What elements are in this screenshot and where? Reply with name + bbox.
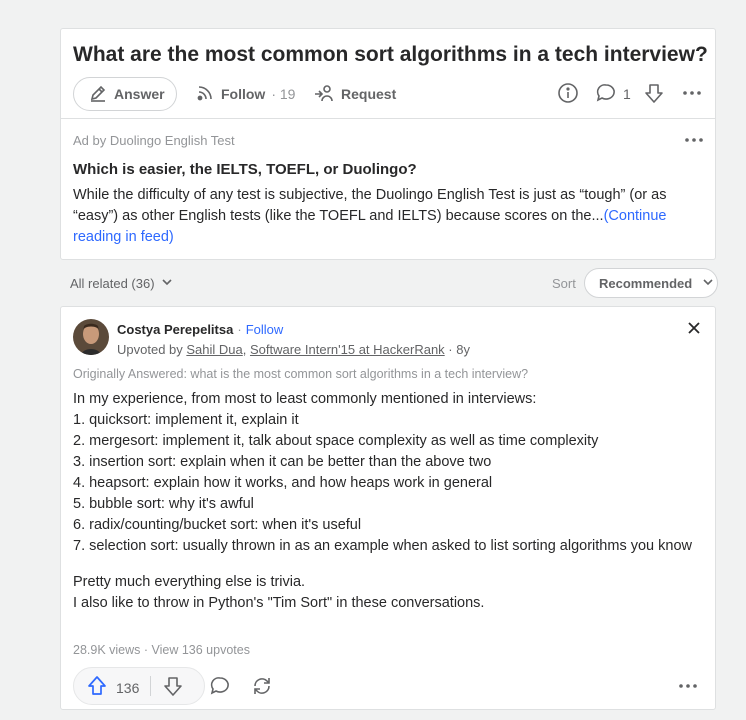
- follow-count: · 19: [271, 86, 296, 102]
- answer-body: In my experience, from most to least com…: [73, 389, 703, 614]
- downvote-icon: [162, 677, 184, 701]
- ad-more-button[interactable]: [683, 129, 705, 156]
- follow-label: Follow: [221, 86, 266, 102]
- downvote-icon: [643, 82, 665, 107]
- upvote-icon: [86, 675, 108, 700]
- avatar[interactable]: [73, 319, 109, 355]
- answer-card: Costya Perepelitsa · Follow Upvoted by S…: [60, 306, 716, 710]
- comment-button[interactable]: 1: [595, 77, 631, 111]
- upvoted-prefix: Upvoted by: [117, 342, 187, 357]
- originally-answered[interactable]: Originally Answered: what is the most co…: [73, 367, 528, 381]
- list-item: 4. heapsort: explain how it works, and h…: [73, 475, 493, 491]
- answer-stats: 28.9K views · View 136 upvotes: [73, 643, 250, 657]
- info-icon: [557, 82, 579, 107]
- more-icon: [681, 82, 703, 107]
- separator-dot: ·: [237, 322, 242, 337]
- upvoter-name-link[interactable]: Sahil Dua: [186, 342, 242, 357]
- answer-button[interactable]: Answer: [73, 77, 177, 111]
- author-line: Costya Perepelitsa · Follow: [117, 322, 283, 337]
- view-count: 28.9K views: [73, 643, 141, 657]
- vote-divider: [150, 676, 151, 696]
- answer-age: · 8y: [444, 342, 470, 357]
- list-item: 5. bubble sort: why it's awful: [73, 496, 254, 512]
- pencil-icon: [88, 83, 108, 106]
- answer-outro: Pretty much everything else is trivia.: [73, 574, 306, 590]
- answer-label: Answer: [114, 86, 165, 102]
- close-icon: [687, 322, 701, 339]
- card-divider: [61, 118, 715, 119]
- list-item: 1. quicksort: implement it, explain it: [73, 412, 299, 428]
- comment-answer-button[interactable]: [209, 675, 231, 702]
- answer-outro: I also like to throw in Python's "Tim So…: [73, 595, 485, 611]
- upvote-button[interactable]: 136: [86, 675, 139, 700]
- info-button[interactable]: [557, 77, 579, 111]
- ad-body-text: While the difficulty of any test is subj…: [73, 187, 667, 224]
- comment-icon: [209, 677, 231, 701]
- question-actions: Answer Follow · 19 Request 1: [73, 77, 705, 113]
- question-title[interactable]: What are the most common sort algorithms…: [73, 43, 713, 67]
- answer-more-button[interactable]: [677, 675, 699, 702]
- list-item: 7. selection sort: usually thrown in as …: [73, 538, 692, 554]
- question-more-button[interactable]: [681, 77, 703, 111]
- follow-button[interactable]: Follow · 19: [195, 77, 295, 111]
- related-bar: All related (36) Sort Recommended: [60, 266, 718, 300]
- all-related-label: All related (36): [70, 276, 155, 291]
- chevron-down-icon: [161, 276, 173, 291]
- question-card: What are the most common sort algorithms…: [60, 28, 716, 260]
- upvoter-separator: ,: [242, 342, 250, 357]
- sort-label: Sort: [552, 276, 576, 291]
- more-icon: [677, 684, 699, 701]
- upvote-count: 136: [116, 679, 140, 696]
- request-button[interactable]: Request: [313, 77, 396, 111]
- chevron-down-icon: [702, 276, 714, 291]
- comment-count: 1: [623, 86, 631, 102]
- comment-icon: [595, 82, 617, 107]
- request-label: Request: [341, 86, 397, 102]
- list-item: 3. insertion sort: explain when it can b…: [73, 454, 492, 470]
- share-icon: [251, 678, 273, 701]
- downvote-button[interactable]: [162, 675, 184, 702]
- vote-pill: 136: [73, 667, 205, 705]
- sort-value: Recommended: [599, 275, 693, 291]
- answer-intro: In my experience, from most to least com…: [73, 391, 537, 407]
- downvote-question-button[interactable]: [643, 77, 665, 111]
- all-related-dropdown[interactable]: All related (36): [70, 276, 173, 291]
- upvoter-credential-link[interactable]: Software Intern'15 at HackerRank: [250, 342, 445, 357]
- sort-dropdown[interactable]: Recommended: [584, 268, 718, 298]
- author-name[interactable]: Costya Perepelitsa: [117, 322, 233, 337]
- ad-body: While the difficulty of any test is subj…: [73, 185, 703, 248]
- more-icon: [683, 138, 705, 155]
- ad-title[interactable]: Which is easier, the IELTS, TOEFL, or Du…: [73, 161, 417, 178]
- stats-separator: ·: [140, 643, 152, 657]
- ad-sponsor-label[interactable]: Ad by Duolingo English Test: [73, 133, 235, 148]
- dismiss-answer-button[interactable]: [687, 321, 701, 340]
- list-item: 2. mergesort: implement it, talk about s…: [73, 433, 599, 449]
- upvoted-by-line: Upvoted by Sahil Dua, Software Intern'15…: [117, 342, 470, 357]
- share-answer-button[interactable]: [251, 675, 273, 702]
- follow-author-link[interactable]: Follow: [246, 322, 284, 337]
- view-upvotes-link[interactable]: View 136 upvotes: [152, 643, 250, 657]
- list-item: 6. radix/counting/bucket sort: when it's…: [73, 517, 362, 533]
- rss-icon: [195, 83, 215, 106]
- request-icon: [313, 83, 335, 106]
